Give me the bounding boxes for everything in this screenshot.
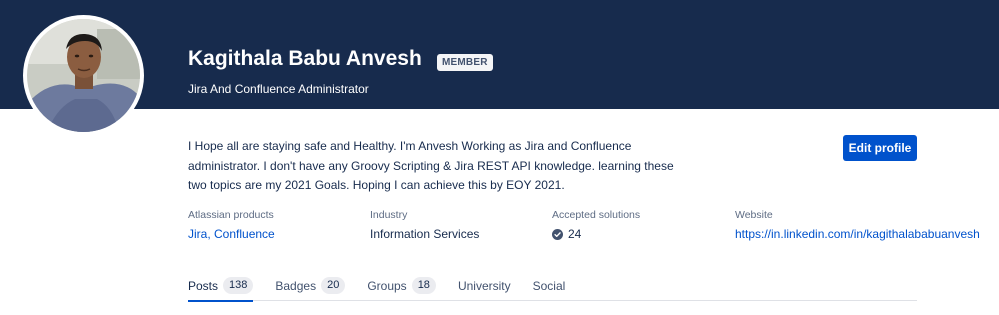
solutions-count: 24 — [568, 227, 582, 241]
profile-name: Kagithala Babu Anvesh — [188, 47, 422, 70]
profile-banner — [0, 0, 999, 109]
member-badge: MEMBER — [437, 54, 493, 71]
info-accepted-solutions: Accepted solutions 24 — [552, 209, 640, 241]
profile-title: Jira And Confluence Administrator — [188, 82, 369, 96]
website-link[interactable]: https://in.linkedin.com/in/kagithalababu… — [735, 227, 980, 241]
tab-posts[interactable]: Posts 138 — [188, 277, 254, 302]
industry-value: Information Services — [370, 227, 480, 241]
info-label: Website — [735, 209, 773, 221]
avatar-photo — [27, 19, 140, 132]
tab-badges[interactable]: Badges 20 — [275, 277, 346, 301]
avatar — [23, 15, 144, 136]
tab-label: Groups — [367, 279, 407, 293]
tab-label: University — [457, 279, 511, 293]
tab-university[interactable]: University — [458, 278, 511, 301]
solutions-value-row: 24 — [552, 227, 640, 241]
info-website: Website https://in.linkedin.com/in/kagit… — [735, 209, 980, 241]
tab-groups[interactable]: Groups 18 — [367, 277, 436, 301]
tab-count: 20 — [321, 277, 346, 294]
profile-tabs: Posts 138 Badges 20 Groups 18 University… — [188, 277, 917, 302]
tab-label: Posts — [188, 279, 219, 293]
info-label: Industry — [370, 209, 408, 221]
tab-count: 18 — [411, 277, 436, 294]
edit-profile-button[interactable]: Edit profile — [843, 135, 917, 161]
profile-bio: I Hope all are staying safe and Healthy.… — [188, 139, 674, 192]
info-industry: Industry Information Services — [370, 209, 479, 241]
check-circle-icon — [552, 228, 563, 240]
tab-label: Badges — [275, 279, 317, 293]
products-link[interactable]: Jira, Confluence — [188, 227, 275, 241]
tab-count: 138 — [223, 277, 254, 294]
info-label: Accepted solutions — [552, 209, 641, 221]
tab-label: Social — [532, 279, 566, 293]
tab-social[interactable]: Social — [533, 278, 566, 301]
info-label: Atlassian products — [188, 209, 274, 221]
info-atlassian-products: Atlassian products Jira, Confluence — [188, 209, 275, 241]
